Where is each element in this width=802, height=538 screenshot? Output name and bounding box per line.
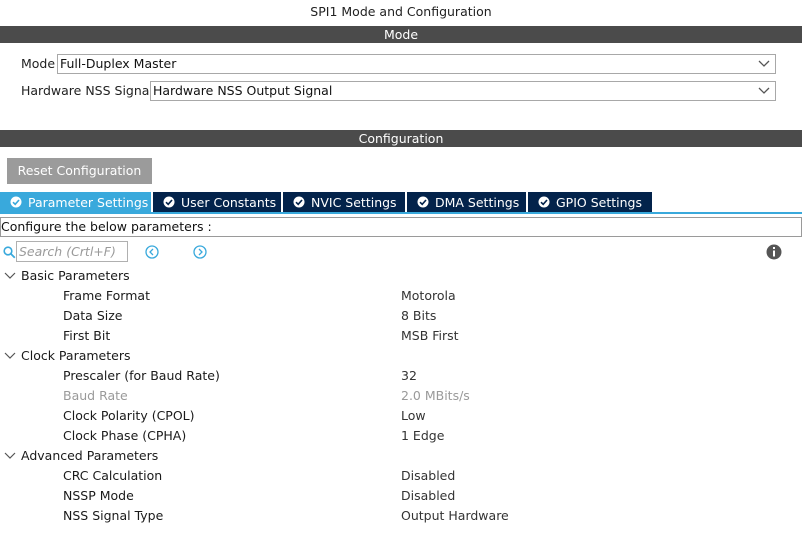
- search-input[interactable]: Search (Crtl+F): [16, 241, 128, 262]
- param-name: Clock Polarity (CPOL): [63, 408, 195, 423]
- param-row[interactable]: Data Size 8 Bits: [0, 306, 802, 326]
- check-circle-icon: [10, 196, 22, 208]
- tab-label: DMA Settings: [435, 195, 520, 210]
- tab-label: NVIC Settings: [311, 195, 397, 210]
- param-value[interactable]: 1 Edge: [401, 426, 444, 446]
- chevron-left-circle-icon[interactable]: [145, 245, 159, 259]
- window-title: SPI1 Mode and Configuration: [310, 4, 492, 19]
- chevron-down-icon: [4, 352, 16, 359]
- group-label: Advanced Parameters: [21, 448, 159, 463]
- check-circle-icon: [538, 196, 550, 208]
- tab-gpio-settings[interactable]: GPIO Settings: [528, 192, 652, 213]
- check-circle-icon: [293, 196, 305, 208]
- tab-nvic-settings[interactable]: NVIC Settings: [283, 192, 405, 213]
- param-value[interactable]: Output Hardware: [401, 506, 509, 526]
- group-advanced-parameters[interactable]: Advanced Parameters: [0, 446, 802, 466]
- group-clock-parameters[interactable]: Clock Parameters: [0, 346, 802, 366]
- param-name: Prescaler (for Baud Rate): [63, 368, 220, 383]
- param-row[interactable]: Clock Polarity (CPOL) Low: [0, 406, 802, 426]
- param-value[interactable]: 8 Bits: [401, 306, 436, 326]
- param-row[interactable]: NSSP Mode Disabled: [0, 486, 802, 506]
- param-value[interactable]: Low: [401, 406, 426, 426]
- param-name: NSS Signal Type: [63, 508, 164, 523]
- param-name: CRC Calculation: [63, 468, 163, 483]
- param-row: Baud Rate 2.0 MBits/s: [0, 386, 802, 406]
- param-name: NSSP Mode: [63, 488, 134, 503]
- search-icon: [3, 246, 16, 259]
- param-row[interactable]: Clock Phase (CPHA) 1 Edge: [0, 426, 802, 446]
- param-value[interactable]: Disabled: [401, 486, 455, 506]
- mode-label: Mode: [21, 56, 56, 71]
- instructions-text: Configure the below parameters :: [0, 217, 802, 237]
- param-value[interactable]: Motorola: [401, 286, 456, 306]
- param-name: Data Size: [63, 308, 123, 323]
- reset-configuration-button[interactable]: Reset Configuration: [7, 158, 152, 184]
- check-circle-icon: [417, 196, 429, 208]
- param-value[interactable]: Disabled: [401, 466, 455, 486]
- tab-label: GPIO Settings: [556, 195, 642, 210]
- check-circle-icon: [163, 196, 175, 208]
- param-row[interactable]: Prescaler (for Baud Rate) 32: [0, 366, 802, 386]
- group-label: Clock Parameters: [21, 348, 131, 363]
- mode-select[interactable]: Full-Duplex Master: [57, 54, 776, 74]
- hardware-nss-select[interactable]: Hardware NSS Output Signal: [150, 81, 776, 101]
- chevron-right-circle-icon[interactable]: [193, 245, 207, 259]
- chevron-down-icon: [4, 452, 16, 459]
- configuration-section-header: Configuration: [0, 130, 802, 147]
- tab-parameter-settings[interactable]: Parameter Settings: [0, 192, 151, 213]
- param-name: Baud Rate: [63, 388, 128, 403]
- tab-label: Parameter Settings: [28, 195, 149, 210]
- info-icon[interactable]: [766, 244, 782, 260]
- tab-label: User Constants: [181, 195, 277, 210]
- hardware-nss-select-value: Hardware NSS Output Signal: [153, 83, 333, 98]
- param-row[interactable]: First Bit MSB First: [0, 326, 802, 346]
- param-name: Frame Format: [63, 288, 150, 303]
- mode-section-header: Mode: [0, 26, 802, 43]
- param-value: 2.0 MBits/s: [401, 388, 470, 403]
- chevron-down-icon: [4, 272, 16, 279]
- param-row[interactable]: NSS Signal Type Output Hardware: [0, 506, 802, 526]
- tab-user-constants[interactable]: User Constants: [153, 192, 281, 213]
- group-basic-parameters[interactable]: Basic Parameters: [0, 266, 802, 286]
- param-name: First Bit: [63, 328, 111, 343]
- param-name: Clock Phase (CPHA): [63, 428, 187, 443]
- group-label: Basic Parameters: [21, 268, 130, 283]
- tab-underline: [0, 212, 802, 214]
- hardware-nss-label: Hardware NSS Signal: [21, 83, 153, 98]
- chevron-down-icon: [758, 87, 770, 94]
- param-row[interactable]: CRC Calculation Disabled: [0, 466, 802, 486]
- param-value[interactable]: MSB First: [401, 326, 459, 346]
- tab-dma-settings[interactable]: DMA Settings: [407, 192, 526, 213]
- param-value[interactable]: 32: [401, 366, 417, 386]
- chevron-down-icon: [758, 60, 770, 67]
- mode-select-value: Full-Duplex Master: [60, 56, 177, 71]
- param-row[interactable]: Frame Format Motorola: [0, 286, 802, 306]
